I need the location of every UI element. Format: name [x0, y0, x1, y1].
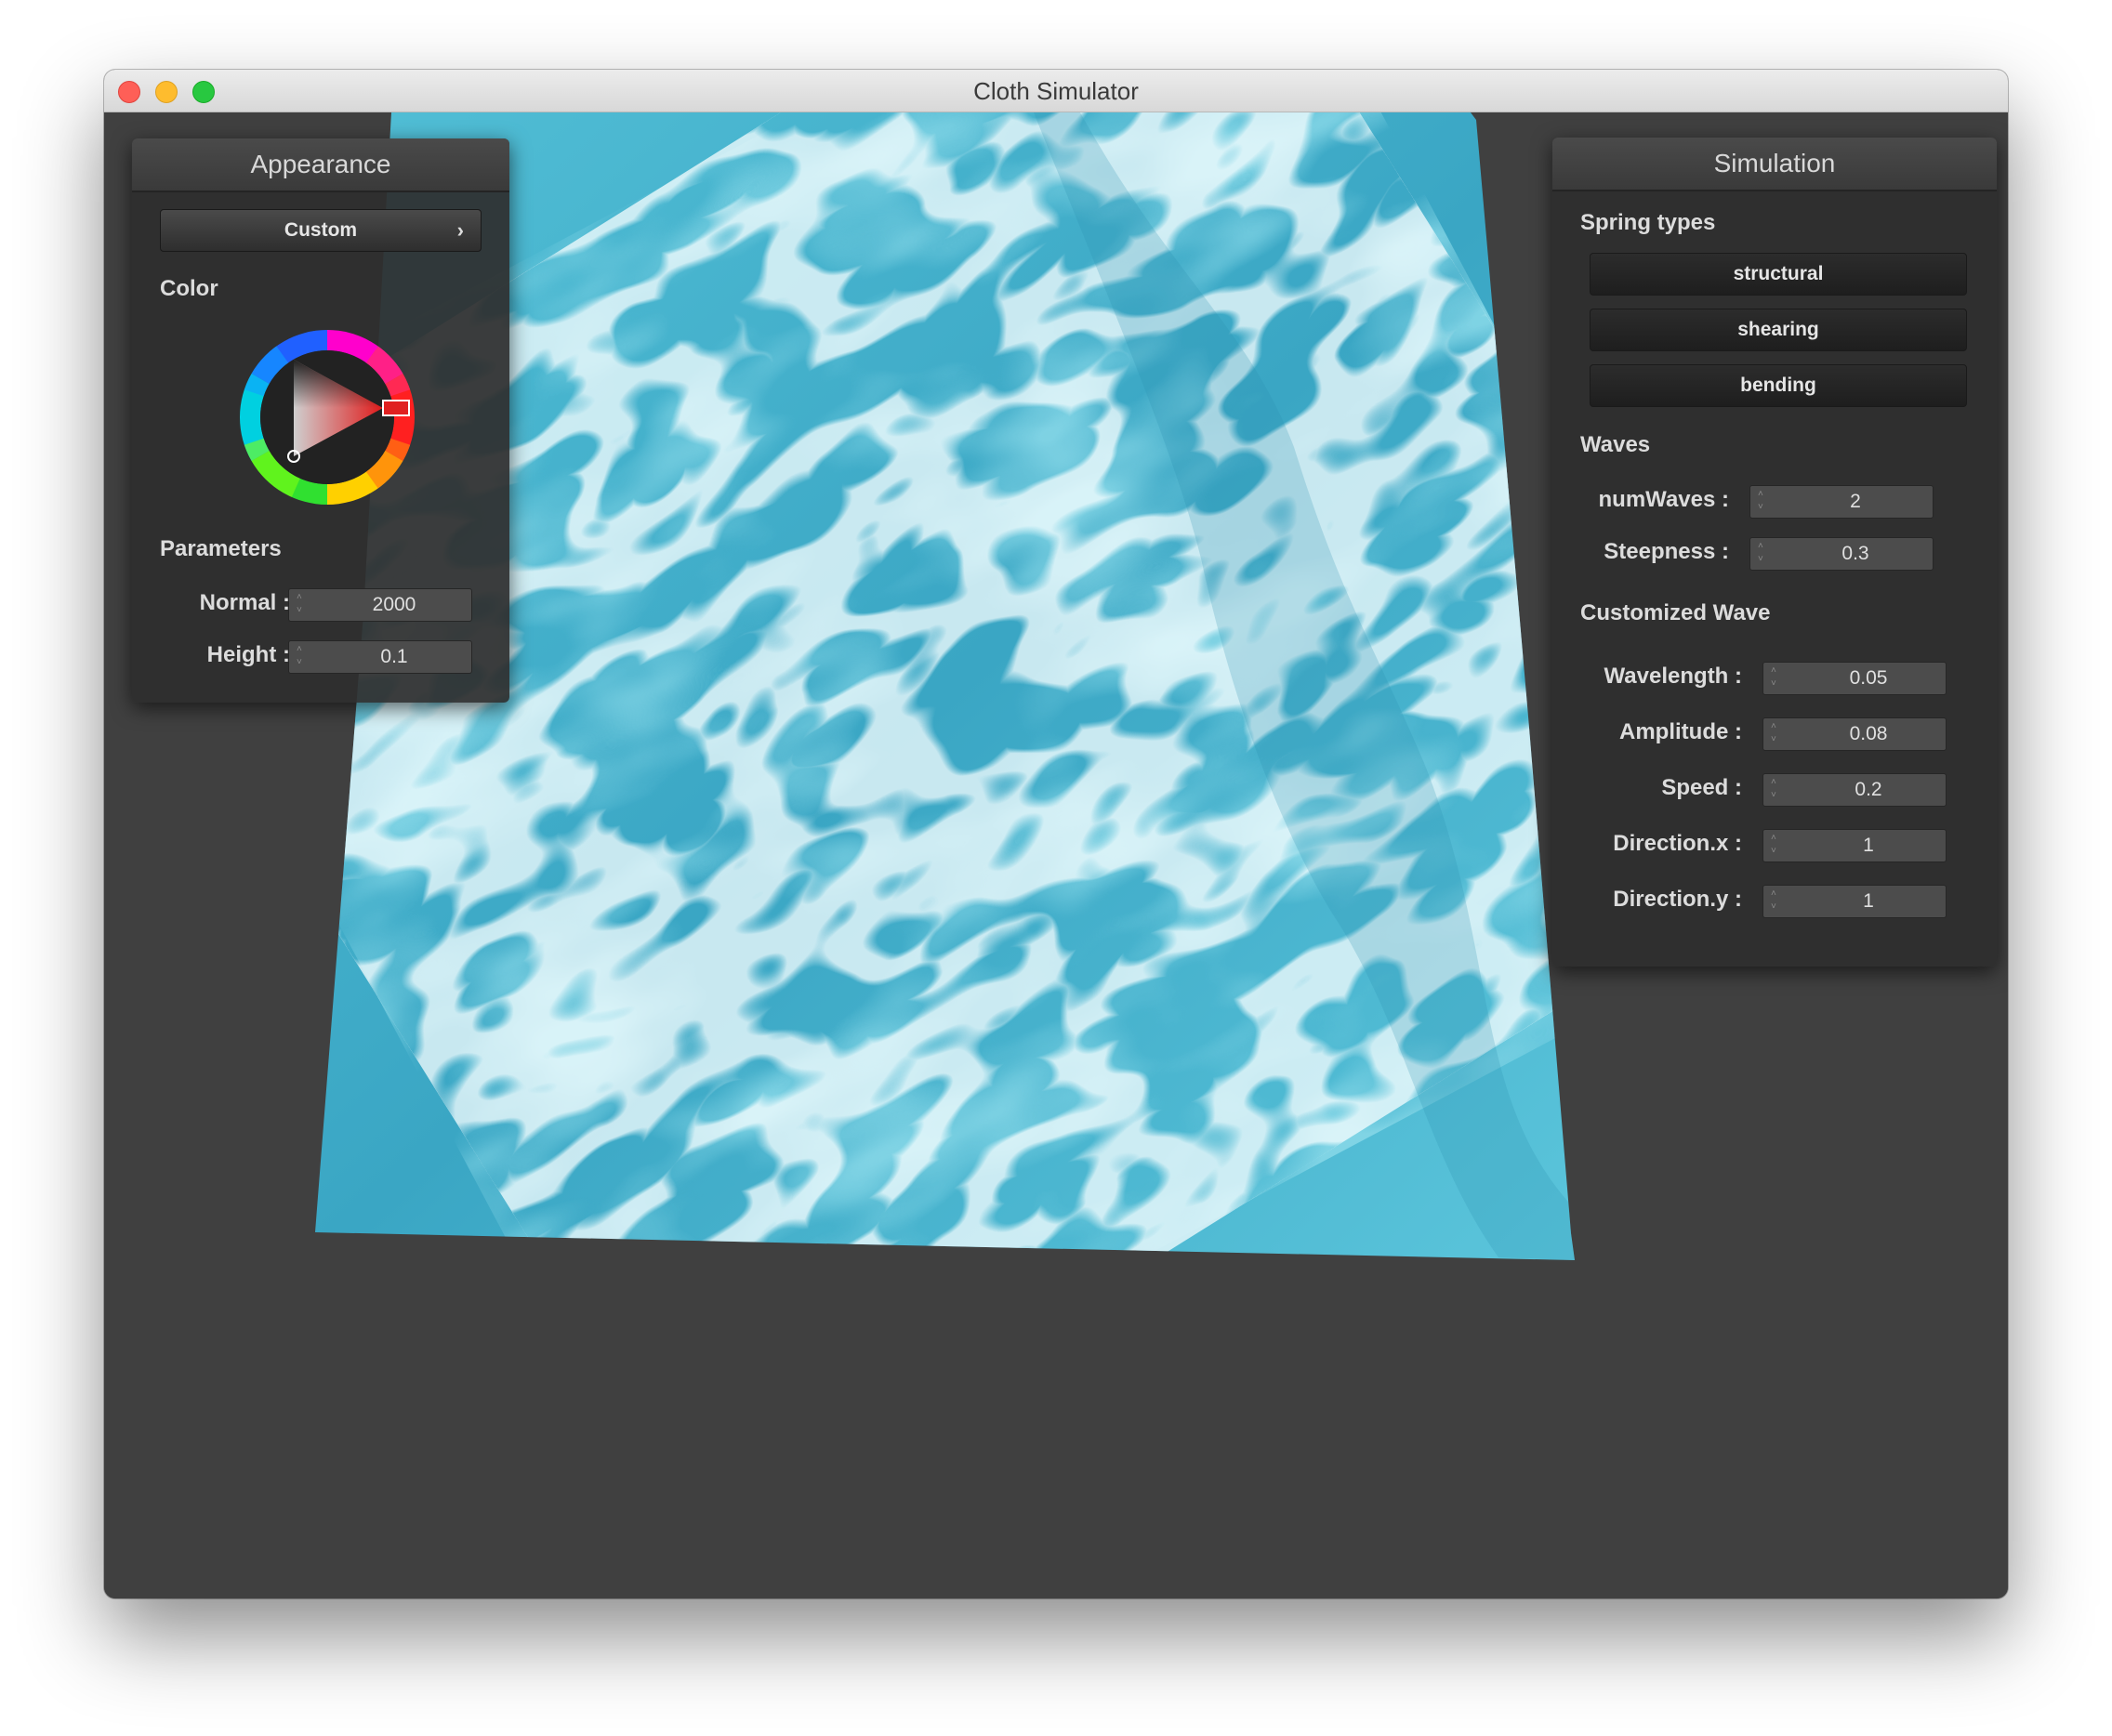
wavelength-label: Wavelength :	[1604, 664, 1742, 689]
structural-button[interactable]: structural	[1590, 253, 1967, 296]
spinner-icon[interactable]: ˄ ˅	[1771, 720, 1786, 748]
num-waves-input[interactable]: ˄ ˅ 2	[1749, 485, 1934, 519]
wavelength-value: 0.05	[1849, 667, 1888, 689]
window-title: Cloth Simulator	[973, 77, 1139, 105]
num-waves-label: numWaves :	[1598, 487, 1729, 512]
spinner-icon[interactable]: ˄ ˅	[1771, 776, 1786, 804]
hue-picker-handle[interactable]	[382, 400, 410, 416]
color-wheel[interactable]	[234, 324, 420, 510]
height-label: Height :	[206, 642, 290, 667]
num-waves-value: 2	[1850, 491, 1861, 512]
spinner-icon[interactable]: ˄ ˅	[1758, 540, 1773, 568]
speed-input[interactable]: ˄ ˅ 0.2	[1762, 773, 1947, 807]
bending-button[interactable]: bending	[1590, 364, 1967, 407]
direction-y-value: 1	[1863, 890, 1874, 912]
steepness-label: Steepness :	[1604, 539, 1729, 564]
steepness-input[interactable]: ˄ ˅ 0.3	[1749, 537, 1934, 571]
title-bar[interactable]: Cloth Simulator	[104, 70, 2008, 112]
color-section-label: Color	[160, 276, 218, 301]
normal-value: 2000	[372, 594, 416, 615]
amplitude-input[interactable]: ˄ ˅ 0.08	[1762, 717, 1947, 751]
height-input[interactable]: ˄ ˅ 0.1	[288, 640, 472, 674]
spinner-icon[interactable]: ˄ ˅	[297, 643, 311, 671]
parameters-section-label: Parameters	[160, 536, 282, 561]
speed-label: Speed :	[1661, 775, 1742, 800]
spinner-icon[interactable]: ˄ ˅	[1758, 488, 1773, 516]
direction-x-label: Direction.x :	[1613, 831, 1742, 856]
waves-section-label: Waves	[1580, 432, 1651, 457]
spinner-icon[interactable]: ˄ ˅	[1771, 832, 1786, 860]
chevron-right-icon: ›	[456, 218, 464, 242]
amplitude-value: 0.08	[1849, 723, 1888, 744]
spinner-icon[interactable]: ˄ ˅	[1771, 664, 1786, 692]
normal-input[interactable]: ˄ ˅ 2000	[288, 588, 472, 622]
speed-value: 0.2	[1855, 779, 1882, 800]
simulation-panel-title[interactable]: Simulation	[1552, 138, 1997, 191]
preset-dropdown-button[interactable]: Custom ›	[160, 209, 482, 252]
spinner-icon[interactable]: ˄ ˅	[1771, 888, 1786, 915]
direction-y-input[interactable]: ˄ ˅ 1	[1762, 885, 1947, 918]
appearance-panel-title[interactable]: Appearance	[132, 138, 509, 192]
shearing-button[interactable]: shearing	[1590, 309, 1967, 351]
simulation-panel: Simulation Spring types structural shear…	[1552, 138, 1997, 967]
wavelength-input[interactable]: ˄ ˅ 0.05	[1762, 662, 1947, 695]
steepness-value: 0.3	[1841, 543, 1869, 564]
spring-types-label: Spring types	[1580, 210, 1716, 235]
direction-x-input[interactable]: ˄ ˅ 1	[1762, 829, 1947, 862]
height-value: 0.1	[380, 646, 408, 667]
render-viewport-area[interactable]: Appearance Custom › Color Parameters Nor…	[104, 112, 2008, 1598]
preset-label: Custom	[284, 219, 358, 241]
appearance-panel: Appearance Custom › Color Parameters Nor…	[132, 138, 509, 703]
app-window: Cloth Simulator Appearance Custom › Colo…	[104, 70, 2008, 1598]
spinner-icon[interactable]: ˄ ˅	[297, 591, 311, 619]
direction-x-value: 1	[1863, 835, 1874, 856]
direction-y-label: Direction.y :	[1613, 887, 1742, 912]
customized-wave-label: Customized Wave	[1580, 600, 1771, 625]
amplitude-label: Amplitude :	[1619, 719, 1742, 744]
normal-label: Normal :	[199, 590, 290, 615]
